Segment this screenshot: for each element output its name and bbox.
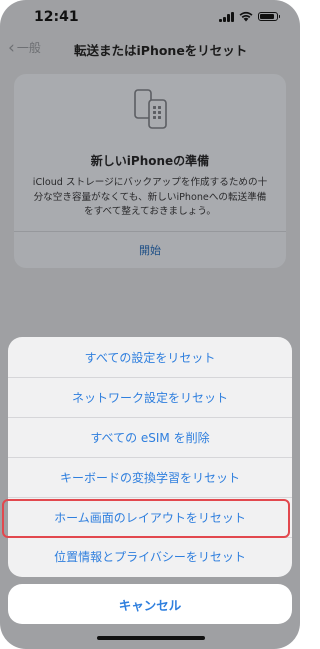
reset-action-sheet: すべての設定をリセット ネットワーク設定をリセット すべての eSIM を削除 … [8,337,292,577]
card-divider [14,231,286,232]
transfer-phones-icon [134,89,167,129]
battery-icon [258,12,280,21]
status-time: 12:41 [34,9,79,25]
home-indicator[interactable] [97,636,205,640]
prepare-new-iphone-card: 新しいiPhoneの準備 iCloud ストレージにバックアップを作成するための… [14,74,286,268]
chevron-left-icon: ‹ [8,37,15,58]
reset-network-settings-button[interactable]: ネットワーク設定をリセット [8,377,292,417]
back-button[interactable]: ‹ 一般 [8,39,41,56]
phone-screen: 12:41 ‹ 一般 転送またはiPhoneをリセット 新しいiPhoneの準備… [0,0,300,649]
reset-keyboard-dictionary-button[interactable]: キーボードの変換学習をリセット [8,457,292,497]
reset-all-settings-button[interactable]: すべての設定をリセット [8,337,292,377]
start-link[interactable]: 開始 [14,242,286,258]
delete-all-esims-button[interactable]: すべての eSIM を削除 [8,417,292,457]
reset-location-privacy-button[interactable]: 位置情報とプライバシーをリセット [8,537,292,577]
navigation-bar: ‹ 一般 転送またはiPhoneをリセット [0,36,300,62]
status-icons [219,11,280,22]
cancel-button[interactable]: キャンセル [8,584,292,624]
status-bar: 12:41 [0,0,300,32]
back-label: 一般 [16,41,41,55]
card-title: 新しいiPhoneの準備 [90,154,210,168]
card-description: iCloud ストレージにバックアップを作成するための十分な空き容量がなくても、… [32,177,268,217]
highlight-outline [2,499,290,538]
page-title: 転送またはiPhoneをリセット [74,43,248,58]
wifi-icon [239,11,253,22]
cellular-signal-icon [219,11,234,22]
